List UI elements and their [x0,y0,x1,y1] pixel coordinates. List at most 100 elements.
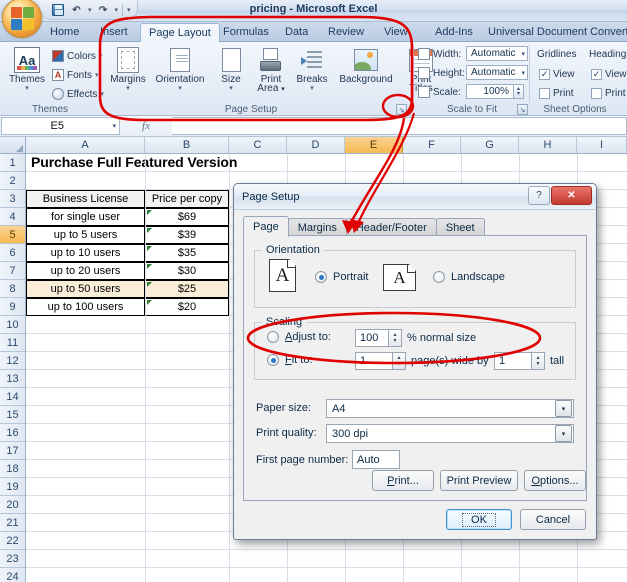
cancel-button[interactable]: Cancel [520,509,586,530]
tab-view[interactable]: View [376,23,416,42]
tab-insert[interactable]: Insert [92,23,136,42]
background-button[interactable]: Background [333,45,399,85]
row-header-14[interactable]: 14 [0,388,25,406]
cell-b6[interactable]: $35 [145,244,229,262]
save-icon[interactable] [50,3,65,18]
column-header-f[interactable]: F [403,137,461,153]
scale-spinner[interactable]: ▴ ▾ [514,84,524,99]
fit-wide-field[interactable]: 1 ▴ ▾ [355,352,406,370]
column-header-d[interactable]: D [287,137,345,153]
scale-to-fit-dialog-launcher[interactable]: ↘ [517,104,528,115]
cell-b3[interactable]: Price per copy [145,190,229,208]
cell-b7[interactable]: $30 [145,262,229,280]
print-preview-button[interactable]: Print Preview [440,470,518,491]
row-header-11[interactable]: 11 [0,334,25,352]
redo-dropdown-icon[interactable]: ▾ [115,6,119,14]
breaks-button[interactable]: Breaks ▾ [291,45,333,93]
row-header-12[interactable]: 12 [0,352,25,370]
cell-a6[interactable]: up to 10 users [26,244,145,262]
row-header-18[interactable]: 18 [0,460,25,478]
row-header-15[interactable]: 15 [0,406,25,424]
theme-colors-button[interactable]: Colors ▾ [52,48,102,64]
scale-percent-field[interactable]: 100% ▴ ▾ [466,84,524,99]
name-box[interactable]: E5 ▾ [1,117,120,135]
cell-a7[interactable]: up to 20 users [26,262,145,280]
row-header-22[interactable]: 22 [0,532,25,550]
print-button[interactable]: Print... [372,470,434,491]
fit-tall-input[interactable]: 1 [494,352,532,370]
tab-data[interactable]: Data [277,23,316,42]
cell-a4[interactable]: for single user [26,208,145,226]
cell-a3[interactable]: Business License [26,190,145,208]
row-header-10[interactable]: 10 [0,316,25,334]
column-header-c[interactable]: C [229,137,287,153]
cell-a1[interactable]: Purchase Full Featured Version [28,154,308,171]
row-header-9[interactable]: 9 [0,298,25,316]
scale-height-select[interactable]: Automatic ▾ [466,65,528,80]
row-header-1[interactable]: 1 [0,154,25,172]
cell-b4[interactable]: $69 [145,208,229,226]
row-header-20[interactable]: 20 [0,496,25,514]
row-header-24[interactable]: 24 [0,568,25,582]
fit-wide-input[interactable]: 1 [355,352,393,370]
cell-a5[interactable]: up to 5 users [26,226,145,244]
column-header-i[interactable]: I [577,137,627,153]
cell-a9[interactable]: up to 100 users [26,298,145,316]
insert-function-icon[interactable]: fx [142,120,150,132]
page-setup-dialog-launcher[interactable]: ↘ [396,104,407,115]
size-button[interactable]: Size ▾ [211,45,251,93]
options-button[interactable]: Options... [524,470,586,491]
tab-page-layout[interactable]: Page Layout [140,23,220,42]
dialog-tab-page[interactable]: Page [243,216,289,237]
orientation-button[interactable]: Orientation ▾ [151,45,209,93]
redo-icon[interactable]: ↷ [96,3,111,18]
tab-review[interactable]: Review [320,23,372,42]
column-header-h[interactable]: H [519,137,577,153]
tab-home[interactable]: Home [42,23,87,42]
cell-b8[interactable]: $25 [145,280,229,298]
row-header-19[interactable]: 19 [0,478,25,496]
chevron-down-icon[interactable]: ▾ [555,400,572,417]
portrait-radio[interactable]: Portrait [315,271,368,283]
formula-input[interactable] [172,117,627,135]
scale-width-select[interactable]: Automatic ▾ [466,46,528,61]
adjust-to-field[interactable]: 100 ▴ ▾ [355,329,402,347]
landscape-radio[interactable]: Landscape [433,271,505,283]
undo-dropdown-icon[interactable]: ▾ [88,6,92,14]
row-header-13[interactable]: 13 [0,370,25,388]
fit-wide-spinner[interactable]: ▴ ▾ [393,352,406,370]
row-header-6[interactable]: 6 [0,244,25,262]
select-all-button[interactable] [0,137,26,153]
row-header-5[interactable]: 5 [0,226,25,244]
cell-b5[interactable]: $39 [145,226,229,244]
gridlines-view-checkbox[interactable]: ✓ View [539,66,575,82]
row-header-8[interactable]: 8 [0,280,25,298]
row-header-17[interactable]: 17 [0,442,25,460]
column-header-b[interactable]: B [145,137,229,153]
fit-tall-field[interactable]: 1 ▴ ▾ [494,352,545,370]
chevron-down-icon[interactable]: ▾ [555,425,572,442]
headings-print-checkbox[interactable]: Print [591,85,626,101]
headings-view-checkbox[interactable]: ✓ View [591,66,627,82]
column-header-e[interactable]: E [345,137,403,153]
first-page-number-input[interactable]: Auto [352,450,400,469]
customize-qat-icon[interactable]: ▾ [127,6,131,14]
tab-universal-document-converter[interactable]: Universal Document Converter [480,23,627,42]
adjust-to-spinner[interactable]: ▴ ▾ [389,329,402,347]
row-header-16[interactable]: 16 [0,424,25,442]
themes-button[interactable]: Aa Themes ▾ [4,45,50,93]
theme-effects-button[interactable]: Effects ▾ [52,86,104,102]
print-area-button[interactable]: Print Area ▾ [251,45,291,94]
cell-b9[interactable]: $20 [145,298,229,316]
row-header-4[interactable]: 4 [0,208,25,226]
tab-formulas[interactable]: Formulas [215,23,277,42]
help-icon[interactable]: ? [528,186,550,205]
gridlines-print-checkbox[interactable]: Print [539,85,574,101]
ok-button[interactable]: OK [446,509,512,530]
margins-button[interactable]: Margins ▾ [105,45,151,93]
adjust-to-input[interactable]: 100 [355,329,389,347]
undo-icon[interactable]: ↶ [69,3,84,18]
column-header-g[interactable]: G [461,137,519,153]
close-icon[interactable]: ✕ [551,186,592,205]
row-header-23[interactable]: 23 [0,550,25,568]
